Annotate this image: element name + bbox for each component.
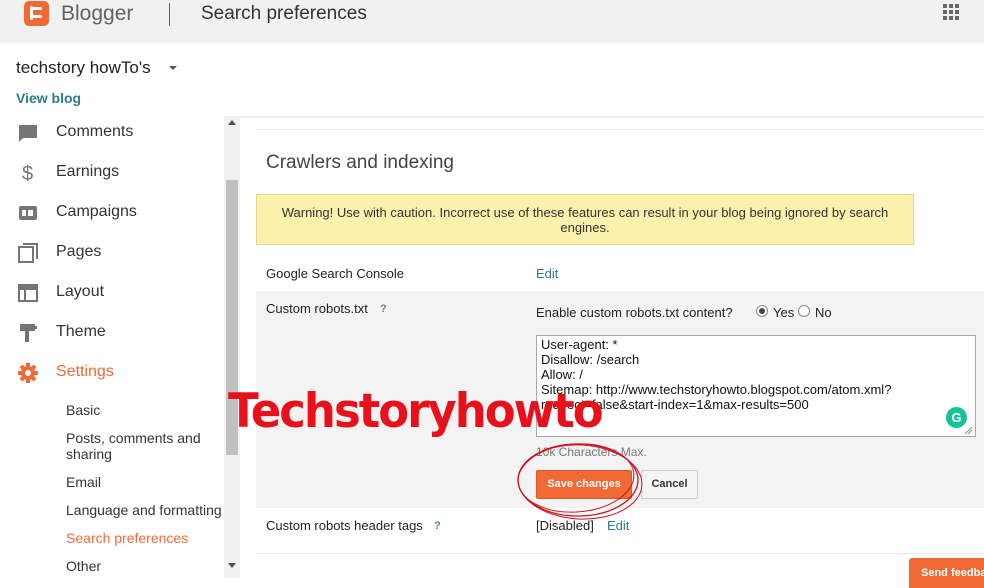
layout-icon — [18, 284, 38, 302]
ad-icon — [19, 206, 37, 220]
sidebar-item-layout[interactable]: Layout — [0, 274, 224, 314]
custom-robots-label: Custom robots.txt — [266, 301, 368, 316]
sidebar-item-campaigns[interactable]: Campaigns — [0, 194, 224, 234]
enable-robots-question: Enable custom robots.txt content? — [536, 305, 733, 320]
sidebar-subitem-posts-comments-sharing[interactable]: Posts, comments and sharing — [66, 430, 226, 462]
sidebar-item-label: Theme — [56, 323, 106, 340]
blog-selector[interactable]: techstory howTo's — [16, 58, 151, 78]
scroll-up-arrow-icon[interactable] — [228, 120, 236, 125]
robots-yes-label: Yes — [773, 305, 795, 320]
blogger-logo-icon[interactable] — [24, 1, 49, 26]
send-feedback-button[interactable]: Send feedback — [909, 558, 984, 588]
page-title: Search preferences — [201, 3, 367, 24]
custom-header-tags-label: Custom robots header tags — [266, 518, 423, 533]
sidebar-item-label: Campaigns — [56, 203, 137, 220]
blogger-search-preferences: Blogger Search preferences techstory how… — [0, 0, 984, 588]
custom-robots-help-icon[interactable]: ? — [380, 303, 387, 315]
sidebar-item-label: Earnings — [56, 163, 120, 180]
header-divider — [169, 3, 170, 26]
sidebar-item-label: Layout — [56, 283, 105, 300]
sidebar-subitem-basic[interactable]: Basic — [66, 402, 226, 418]
robots-yes-radio[interactable] — [756, 305, 768, 317]
sidebar-subitem-email[interactable]: Email — [66, 474, 226, 490]
google-search-console-label: Google Search Console — [266, 266, 405, 281]
sidebar-subitem-other[interactable]: Other — [66, 558, 226, 574]
highlight-circle-annotation — [517, 443, 643, 520]
sidebar-item-label: Pages — [56, 243, 102, 260]
section-title: Crawlers and indexing — [266, 152, 454, 173]
comment-icon — [19, 125, 37, 142]
scroll-down-arrow-icon[interactable] — [228, 563, 236, 568]
pages-icon — [18, 243, 38, 263]
main-header-shadow — [240, 116, 984, 119]
sidebar-item-label: Settings — [56, 363, 114, 380]
paint-roller-icon — [20, 324, 37, 342]
sidebar-item-label: Comments — [56, 123, 134, 140]
chevron-down-icon[interactable] — [169, 66, 177, 70]
view-blog-link[interactable]: View blog — [16, 90, 81, 106]
robots-txt-textarea[interactable]: User-agent: * Disallow: /search Allow: /… — [536, 335, 976, 437]
google-search-console-edit-link[interactable]: Edit — [536, 266, 558, 281]
resize-handle-icon[interactable] — [964, 426, 973, 435]
sidebar-item-theme[interactable]: Theme — [0, 314, 224, 354]
sidebar: Comments $ Earnings Campaigns Pages Layo… — [0, 116, 240, 588]
sidebar-subitem-search-preferences[interactable]: Search preferences — [66, 530, 226, 546]
custom-header-tags-help-icon[interactable]: ? — [434, 520, 441, 532]
divider — [256, 129, 984, 130]
svg-text:$: $ — [22, 163, 33, 184]
divider — [256, 553, 984, 554]
watermark-text: Techstoryhowto — [228, 382, 604, 439]
grammarly-icon[interactable]: G — [946, 407, 967, 428]
sidebar-item-comments[interactable]: Comments — [0, 116, 224, 154]
apps-grid-icon[interactable] — [943, 4, 959, 20]
brand-name[interactable]: Blogger — [61, 2, 133, 26]
top-bar: Blogger Search preferences — [0, 0, 984, 43]
sidebar-subitem-language-formatting[interactable]: Language and formatting — [66, 502, 226, 518]
cancel-button[interactable]: Cancel — [641, 470, 698, 499]
gear-icon — [18, 363, 38, 383]
robots-no-label: No — [815, 305, 832, 320]
robots-no-radio[interactable] — [798, 305, 810, 317]
sidebar-item-settings[interactable]: Settings — [0, 354, 224, 394]
dollar-icon: $ — [22, 163, 33, 184]
warning-banner: Warning! Use with caution. Incorrect use… — [256, 194, 914, 245]
sidebar-item-earnings[interactable]: $ Earnings — [0, 154, 224, 194]
sidebar-item-pages[interactable]: Pages — [0, 234, 224, 274]
